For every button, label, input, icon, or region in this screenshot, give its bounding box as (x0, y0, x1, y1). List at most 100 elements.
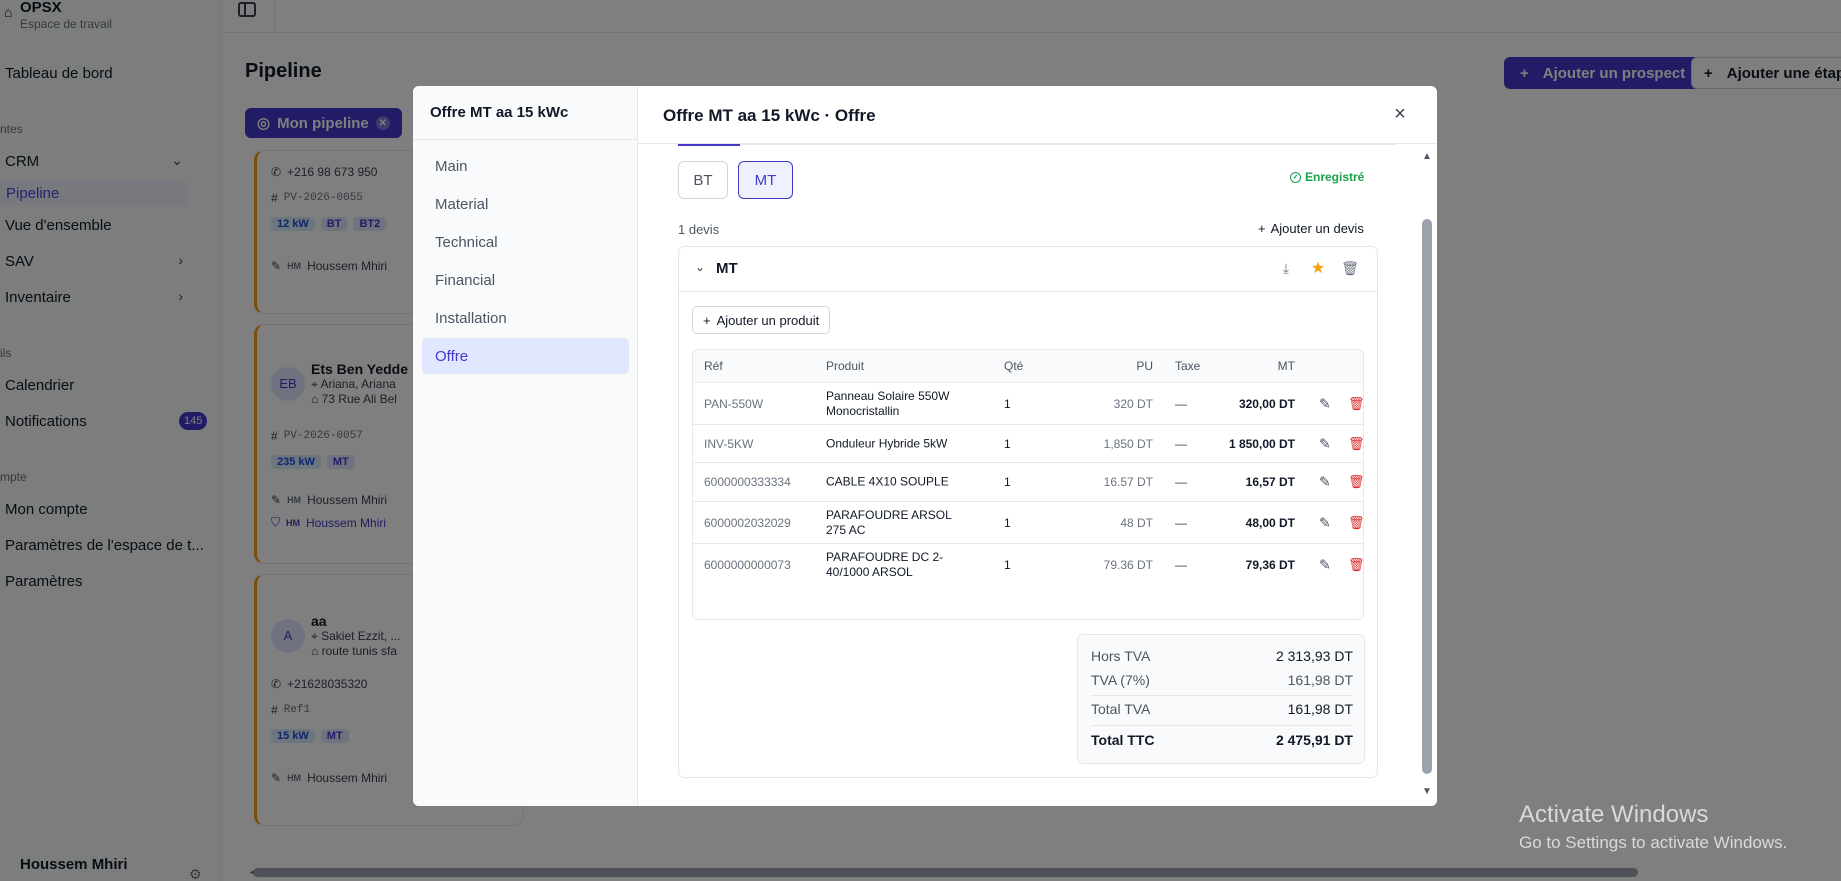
cell-pu: 48 DT (1120, 515, 1153, 530)
cell-product: CABLE 4X10 SOUPLE (826, 474, 949, 489)
segment-mt[interactable]: MT (738, 161, 793, 199)
plus-icon: + (703, 312, 711, 328)
total-row-ht: Hors TVA 2 313,93 DT (1091, 648, 1353, 664)
cell-pu: 16.57 DT (1103, 475, 1153, 489)
chevron-down-icon[interactable]: ⌄ (695, 260, 705, 274)
totals-panel: Hors TVA 2 313,93 DT TVA (7%) 161,98 DT … (1077, 634, 1365, 764)
quote-panel: ⌄ MT ⤓ ★ 🗑 + Ajouter un produit Réf Prod… (678, 246, 1378, 778)
pencil-icon[interactable]: ✎ (1319, 474, 1331, 491)
table-row: PAN-550W Panneau Solaire 550W Monocrista… (693, 383, 1363, 425)
modal-nav: Offre MT aa 15 kWc Main Material Technic… (413, 86, 638, 806)
table-header: Réf Produit Qté PU Taxe MT (693, 350, 1363, 383)
download-icon[interactable]: ⤓ (1277, 259, 1295, 277)
cell-mt: 79,36 DT (1245, 558, 1295, 572)
cell-mt: 48,00 DT (1245, 515, 1295, 530)
cell-product: PARAFOUDRE ARSOL 275 AC (826, 507, 952, 537)
table-row: INV-5KW Onduleur Hybride 5kW 1 1,850 DT … (693, 425, 1363, 463)
cell-pu: 320 DT (1113, 396, 1153, 411)
cell-tax: — (1175, 558, 1187, 572)
trash-icon[interactable]: 🗑 (1348, 396, 1363, 412)
cell-pu: 1,850 DT (1103, 436, 1153, 451)
cell-mt: 320,00 DT (1238, 396, 1295, 411)
cell-product: Panneau Solaire 550W Monocristallin (826, 388, 950, 418)
quote-count: 1 devis (678, 222, 720, 237)
scrollbar-thumb[interactable] (1422, 219, 1432, 774)
table-row: 6000000000073 PARAFOUDRE DC 2-40/1000 AR… (693, 544, 1363, 586)
total-row-ttc: Total TTC 2 475,91 DT (1091, 725, 1353, 748)
column-header-product: Produit (826, 359, 865, 373)
cell-ref: 6000000000073 (704, 558, 791, 572)
pencil-icon[interactable]: ✎ (1319, 514, 1331, 531)
cell-tax: — (1175, 515, 1187, 530)
column-header-qty: Qté (1004, 359, 1024, 373)
modal-nav-item-financial[interactable]: Financial (422, 262, 629, 298)
total-value: 161,98 DT (1287, 672, 1353, 688)
table-row: 6000000333334 CABLE 4X10 SOUPLE 1 16.57 … (693, 463, 1363, 502)
button-label: Ajouter un produit (716, 312, 820, 328)
watermark-title: Activate Windows (1519, 801, 1709, 828)
modal-nav-item-technical[interactable]: Technical (422, 224, 629, 260)
watermark-subtitle: Go to Settings to activate Windows. (1519, 833, 1788, 852)
products-table: Réf Produit Qté PU Taxe MT PAN-550W Pann… (692, 349, 1364, 620)
cell-qty: 1 (1004, 558, 1011, 572)
total-row-total-tva: Total TVA 161,98 DT (1091, 695, 1353, 717)
cell-qty: 1 (1004, 436, 1011, 451)
quote-name: MT (716, 260, 738, 277)
total-value: 2 313,93 DT (1275, 648, 1353, 664)
add-quote-button[interactable]: + Ajouter un devis (1258, 221, 1364, 236)
cell-ref: INV-5KW (704, 436, 754, 451)
add-product-button[interactable]: + Ajouter un produit (692, 306, 831, 334)
column-header-tax: Taxe (1175, 359, 1201, 373)
total-value: 161,98 DT (1287, 701, 1353, 717)
pencil-icon[interactable]: ✎ (1319, 395, 1331, 412)
total-label: Total TVA (1091, 701, 1151, 717)
tab-divider (678, 144, 1397, 145)
active-tab-indicator (678, 144, 740, 146)
close-icon[interactable]: × (1389, 103, 1411, 125)
divider (413, 139, 638, 140)
cell-qty: 1 (1004, 475, 1011, 489)
cell-qty: 1 (1004, 515, 1011, 530)
trash-icon[interactable]: 🗑 (1341, 259, 1359, 277)
trash-icon[interactable]: 🗑 (1348, 515, 1363, 531)
trash-icon[interactable]: 🗑 (1348, 436, 1363, 452)
column-header-pu: PU (1136, 359, 1153, 373)
saved-label: Enregistré (1305, 170, 1365, 184)
scroll-up-icon[interactable]: ▲ (1422, 151, 1432, 162)
cell-ref: 6000000333334 (704, 475, 791, 489)
button-label: Ajouter un devis (1270, 221, 1364, 236)
total-row-tva: TVA (7%) 161,98 DT (1091, 672, 1353, 688)
modal-title: Offre MT aa 15 kWc · Offre (663, 106, 876, 125)
modal-nav-item-offre[interactable]: Offre (422, 338, 629, 374)
pencil-icon[interactable]: ✎ (1319, 435, 1331, 452)
cell-ref: 6000002032029 (704, 515, 791, 530)
cell-tax: — (1175, 396, 1187, 411)
table-row: 6000002032029 PARAFOUDRE ARSOL 275 AC 1 … (693, 502, 1363, 544)
cell-tax: — (1175, 436, 1187, 451)
column-header-ref: Réf (704, 359, 723, 373)
cell-tax: — (1175, 475, 1187, 489)
cell-product: PARAFOUDRE DC 2-40/1000 ARSOL (826, 550, 944, 579)
modal-nav-item-installation[interactable]: Installation (422, 300, 629, 336)
modal-nav-item-main[interactable]: Main (422, 148, 629, 184)
offer-modal: Offre MT aa 15 kWc Main Material Technic… (413, 86, 1437, 806)
total-label: Hors TVA (1091, 648, 1151, 664)
cell-qty: 1 (1004, 396, 1011, 411)
modal-nav-item-material[interactable]: Material (422, 186, 629, 222)
trash-icon[interactable]: 🗑 (1348, 474, 1363, 490)
segment-bt[interactable]: BT (678, 161, 728, 199)
total-value: 2 475,91 DT (1275, 732, 1353, 748)
trash-icon[interactable]: 🗑 (1348, 557, 1363, 573)
pencil-icon[interactable]: ✎ (1319, 557, 1331, 574)
column-header-mt: MT (1277, 359, 1295, 373)
modal-content: BT MT ✓ Enregistré 1 devis + Ajouter un … (638, 144, 1418, 806)
quote-header[interactable]: ⌄ MT ⤓ ★ 🗑 (679, 247, 1377, 292)
cell-ref: PAN-550W (704, 396, 764, 411)
star-icon[interactable]: ★ (1309, 259, 1327, 277)
plus-icon: + (1258, 221, 1266, 236)
scroll-down-icon[interactable]: ▼ (1422, 786, 1432, 797)
cell-pu: 79.36 DT (1103, 558, 1153, 572)
total-label: TVA (7%) (1091, 672, 1150, 688)
windows-activation-watermark: Activate Windows Go to Settings to activ… (1519, 801, 1787, 853)
cell-mt: 16,57 DT (1245, 475, 1295, 489)
